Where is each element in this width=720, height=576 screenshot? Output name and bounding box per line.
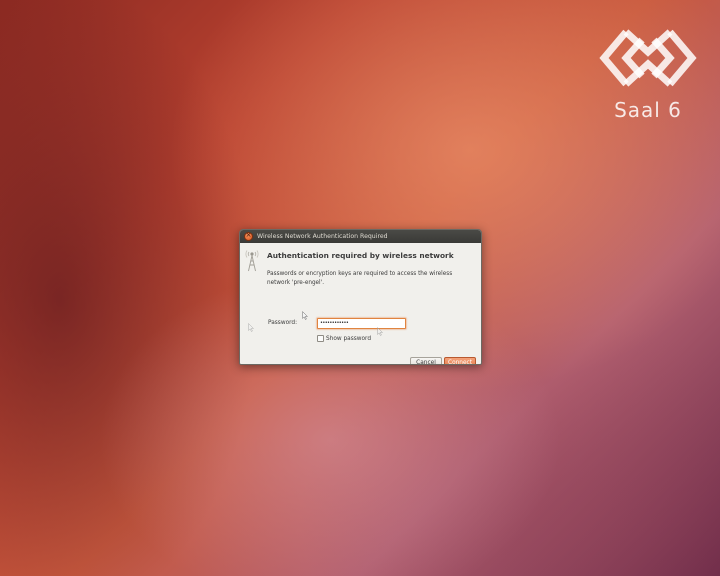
close-icon[interactable]	[244, 230, 253, 241]
show-password-toggle[interactable]: Show password	[317, 335, 371, 342]
mouse-pointer-ghost-icon	[248, 323, 254, 332]
password-input[interactable]: ••••••••••••	[317, 318, 406, 329]
wireless-auth-dialog: Wireless Network Authentication Required…	[239, 229, 482, 365]
dialog-titlebar[interactable]: Wireless Network Authentication Required	[240, 230, 481, 243]
dialog-title: Wireless Network Authentication Required	[257, 233, 388, 240]
channel-logo-graphic	[599, 29, 697, 87]
mouse-pointer-trail-icon	[377, 327, 383, 336]
desktop-background: Saal 6 Wireless Network Authentication R…	[0, 0, 720, 576]
show-password-label[interactable]: Show password	[326, 336, 371, 342]
mouse-pointer-icon	[302, 311, 308, 320]
dialog-description: Passwords or encryption keys are require…	[267, 271, 453, 286]
dialog-body: Authentication required by wireless netw…	[240, 243, 481, 364]
channel-logo-text: Saal 6	[614, 98, 682, 122]
cancel-button[interactable]: Cancel	[410, 357, 442, 364]
dialog-heading: Authentication required by wireless netw…	[267, 251, 454, 260]
channel-logo: Saal 6	[598, 26, 698, 130]
show-password-checkbox[interactable]	[317, 335, 324, 342]
wireless-network-icon	[245, 250, 259, 272]
connect-button[interactable]: Connect	[444, 357, 476, 364]
password-label: Password:	[268, 320, 298, 326]
